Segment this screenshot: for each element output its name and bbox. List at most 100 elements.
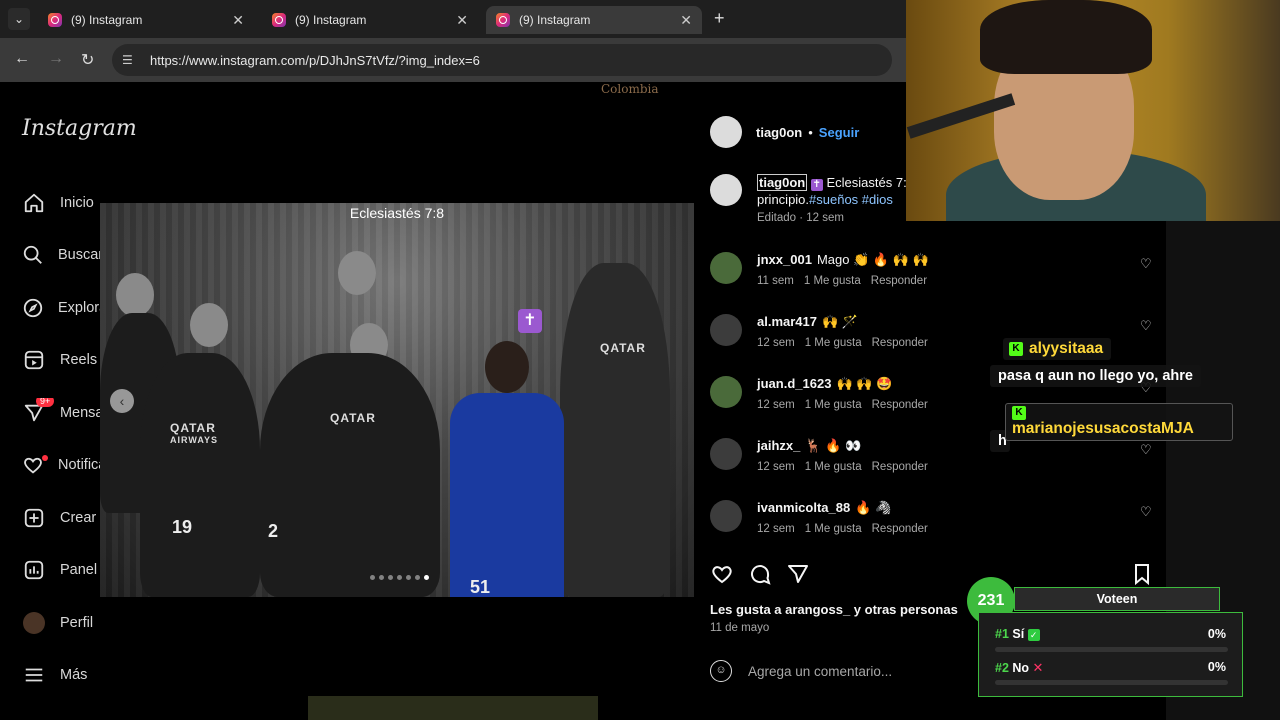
poll-option-2: #2 No ✕ xyxy=(995,660,1043,676)
nav-label: Inicio xyxy=(60,195,94,211)
blue-jersey-player xyxy=(450,393,564,597)
nav-explorar[interactable]: Explorar xyxy=(22,293,100,323)
comment-age: 11 sem xyxy=(757,275,794,287)
commenter-username[interactable]: ivanmicolta_88 xyxy=(757,500,850,515)
comment-likes[interactable]: 1 Me gusta xyxy=(805,337,862,349)
next-post-preview[interactable] xyxy=(308,696,598,720)
comment-age: 12 sem xyxy=(757,461,795,473)
nav-perfil[interactable]: Perfil xyxy=(22,608,93,638)
address-bar[interactable]: ☰ https://www.instagram.com/p/DJhJnS7tVf… xyxy=(112,44,892,76)
browser-tab-1[interactable]: (9) Instagram ✕ xyxy=(38,6,254,34)
commenter-username[interactable]: al.mar417 xyxy=(757,314,817,329)
nav-label: Explorar xyxy=(58,300,100,316)
forward-arrow-icon[interactable]: → xyxy=(48,50,64,68)
tab-close-icon[interactable]: ✕ xyxy=(456,12,468,29)
caption-line2: principio. xyxy=(757,192,810,207)
nav-reels[interactable]: Reels xyxy=(22,345,97,375)
kick-badge-icon: K xyxy=(1009,342,1023,356)
compass-icon xyxy=(22,296,44,320)
url-text: https://www.instagram.com/p/DJhJnS7tVfz/… xyxy=(150,52,480,68)
commenter-username[interactable]: jnxx_001 xyxy=(757,252,812,267)
jersey-number: 2 xyxy=(268,521,279,541)
player-figure xyxy=(140,353,260,597)
tab-search-button[interactable]: ⌄ xyxy=(8,8,30,30)
commenter-username[interactable]: jaihzx_ xyxy=(757,438,800,453)
comment-like-heart-icon[interactable]: ♡ xyxy=(1140,504,1152,520)
comment-item: jnxx_001 Mago 👏 🔥 🙌 🙌 11 sem 1 Me gusta Res… xyxy=(710,252,1152,302)
commenter-username[interactable]: juan.d_1623 xyxy=(757,376,831,391)
comment-like-heart-icon[interactable]: ♡ xyxy=(1140,318,1152,334)
commenter-avatar[interactable] xyxy=(710,252,742,284)
comment-item: jaihzx_ 🦌 🔥 👀 12 sem 1 Me gusta Responder ♡ xyxy=(710,438,1152,488)
comment-reply-button[interactable]: Responder xyxy=(872,523,928,535)
author-avatar[interactable] xyxy=(710,174,742,206)
comment-item: ivanmicolta_88 🔥 🦓 12 sem 1 Me gusta Respon… xyxy=(710,500,1152,550)
caption-username[interactable]: tiag0on xyxy=(757,174,808,191)
browser-tab-2[interactable]: (9) Instagram ✕ xyxy=(262,6,478,34)
player-head xyxy=(485,341,529,393)
player-head xyxy=(116,273,154,317)
author-avatar[interactable] xyxy=(710,116,742,148)
comment-age: 12 sem xyxy=(757,337,795,349)
comment-reply-button[interactable]: Responder xyxy=(872,461,928,473)
tab-close-icon[interactable]: ✕ xyxy=(680,12,692,29)
back-arrow-icon[interactable]: ← xyxy=(14,50,30,68)
comment-text: 🔥 🦓 xyxy=(855,500,892,515)
comment-reply-button[interactable]: Responder xyxy=(872,399,928,411)
nav-mas[interactable]: Más xyxy=(22,660,87,690)
share-send-icon[interactable] xyxy=(786,562,810,592)
comment-like-heart-icon[interactable]: ♡ xyxy=(1140,442,1152,458)
poll-option-1: #1 Sí ✓ xyxy=(995,627,1040,641)
site-settings-icon[interactable]: ☰ xyxy=(122,53,138,67)
webcam-hair xyxy=(980,0,1152,74)
nav-buscar[interactable]: Buscar xyxy=(22,240,100,270)
top-text: Colombia xyxy=(601,82,659,96)
nav-inicio[interactable]: Inicio xyxy=(22,188,94,218)
commenter-avatar[interactable] xyxy=(710,500,742,532)
comment-bubble-icon[interactable] xyxy=(748,562,772,592)
post-actions xyxy=(710,562,1150,590)
home-icon xyxy=(22,191,46,215)
browser-tab-3-active[interactable]: (9) Instagram ✕ xyxy=(486,6,702,34)
comment-text: 🦌 🔥 👀 xyxy=(805,438,862,453)
jersey-sponsor: QATAR xyxy=(170,421,216,435)
tab-close-icon[interactable]: ✕ xyxy=(232,12,244,29)
commenter-avatar[interactable] xyxy=(710,376,742,408)
comment-likes[interactable]: 1 Me gusta xyxy=(805,523,862,535)
emoji-picker-icon[interactable]: ☺ xyxy=(710,660,732,682)
comment-reply-button[interactable]: Responder xyxy=(872,337,928,349)
reload-icon[interactable]: ↻ xyxy=(81,50,94,70)
add-comment-input[interactable]: Agrega un comentario... xyxy=(748,664,892,679)
player-figure xyxy=(560,263,670,597)
cross-emoji-icon: ✝ xyxy=(518,309,542,333)
commenter-avatar[interactable] xyxy=(710,438,742,470)
cross-mark-icon: ✕ xyxy=(1032,660,1044,675)
streamer-webcam xyxy=(906,0,1280,221)
poll-option-percent: 0% xyxy=(1207,627,1226,641)
carousel-dots xyxy=(370,575,429,580)
avatar-icon xyxy=(22,611,46,635)
new-tab-icon[interactable]: + xyxy=(714,8,725,29)
instagram-favicon-icon xyxy=(48,13,62,27)
instagram-favicon-icon xyxy=(272,13,286,27)
nav-crear[interactable]: Crear xyxy=(22,503,96,533)
caption-hashtags[interactable]: #sueños #dios xyxy=(809,192,893,207)
like-heart-icon[interactable] xyxy=(710,562,734,592)
nav-panel[interactable]: Panel xyxy=(22,555,97,585)
likes-summary[interactable]: Les gusta a arangoss_ y otras personas xyxy=(710,602,958,617)
instagram-logo[interactable]: Instagram xyxy=(22,116,137,141)
messenger-icon: 9+ xyxy=(22,398,55,425)
carousel-prev-icon[interactable]: ‹ xyxy=(110,389,134,413)
comment-age: 12 sem xyxy=(757,523,795,535)
post-date: 11 de mayo xyxy=(710,622,770,634)
author-username[interactable]: tiag0on xyxy=(756,125,802,140)
comment-reply-button[interactable]: Responder xyxy=(871,275,927,287)
follow-button[interactable]: Seguir xyxy=(819,125,859,140)
comment-like-heart-icon[interactable]: ♡ xyxy=(1140,256,1152,272)
comment-text: Mago 👏 🔥 🙌 🙌 xyxy=(816,252,929,267)
comment-likes[interactable]: 1 Me gusta xyxy=(805,461,862,473)
comment-likes[interactable]: 1 Me gusta xyxy=(805,399,862,411)
comment-likes[interactable]: 1 Me gusta xyxy=(804,275,861,287)
commenter-avatar[interactable] xyxy=(710,314,742,346)
post-image[interactable]: QATAR AIRWAYS QATAR QATAR 19 2 51 Eclesi… xyxy=(100,203,694,597)
